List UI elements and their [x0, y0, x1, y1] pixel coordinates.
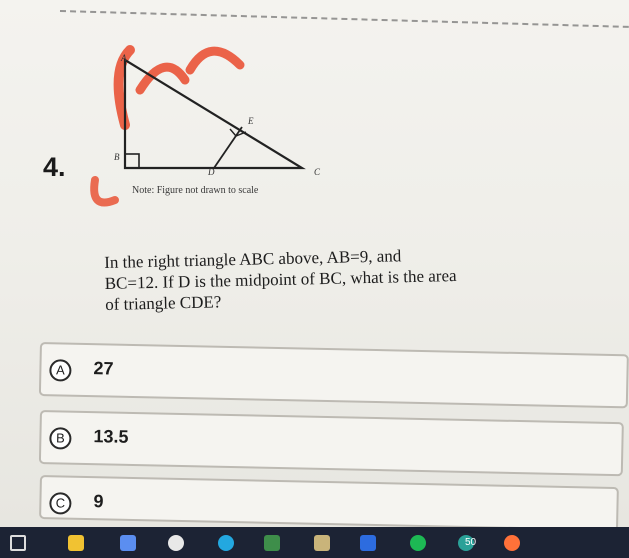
choice-a-letter: A [49, 359, 72, 382]
store-icon[interactable] [264, 535, 280, 551]
choice-b[interactable]: B 13.5 [38, 410, 624, 477]
point-label-c: C [314, 167, 321, 177]
app-icon-2[interactable] [314, 535, 330, 551]
choice-c-value: 9 [93, 491, 104, 512]
point-label-b: B [114, 152, 120, 162]
taskbar-badge: 50 [465, 537, 477, 548]
app-icon[interactable] [120, 535, 136, 551]
firefox-icon[interactable] [504, 535, 520, 551]
chrome-icon[interactable] [168, 535, 184, 551]
spotify-icon[interactable] [410, 535, 426, 551]
edge-icon[interactable] [218, 535, 234, 551]
point-label-e: E [248, 116, 254, 126]
question-number: 4. [43, 152, 66, 182]
question-text: In the right triangle ABC above, AB=9, a… [104, 241, 575, 315]
search-icon[interactable] [10, 535, 26, 551]
folder-icon[interactable] [68, 535, 84, 551]
zoom-icon[interactable] [360, 535, 376, 551]
dashed-divider [59, 10, 629, 28]
choice-b-letter: B [49, 427, 72, 450]
point-label-a: A [121, 53, 127, 63]
triangle-figure [90, 45, 306, 207]
taskbar: 50 [0, 527, 629, 558]
choice-a-value: 27 [93, 358, 114, 379]
choice-a[interactable]: A 27 [38, 342, 629, 409]
point-label-d: D [208, 167, 215, 177]
choice-b-value: 13.5 [93, 426, 129, 447]
choice-c[interactable]: C 9 [39, 475, 619, 532]
choice-c-letter: C [49, 492, 72, 515]
figure-note: Note: Figure not drawn to scale [132, 185, 259, 196]
